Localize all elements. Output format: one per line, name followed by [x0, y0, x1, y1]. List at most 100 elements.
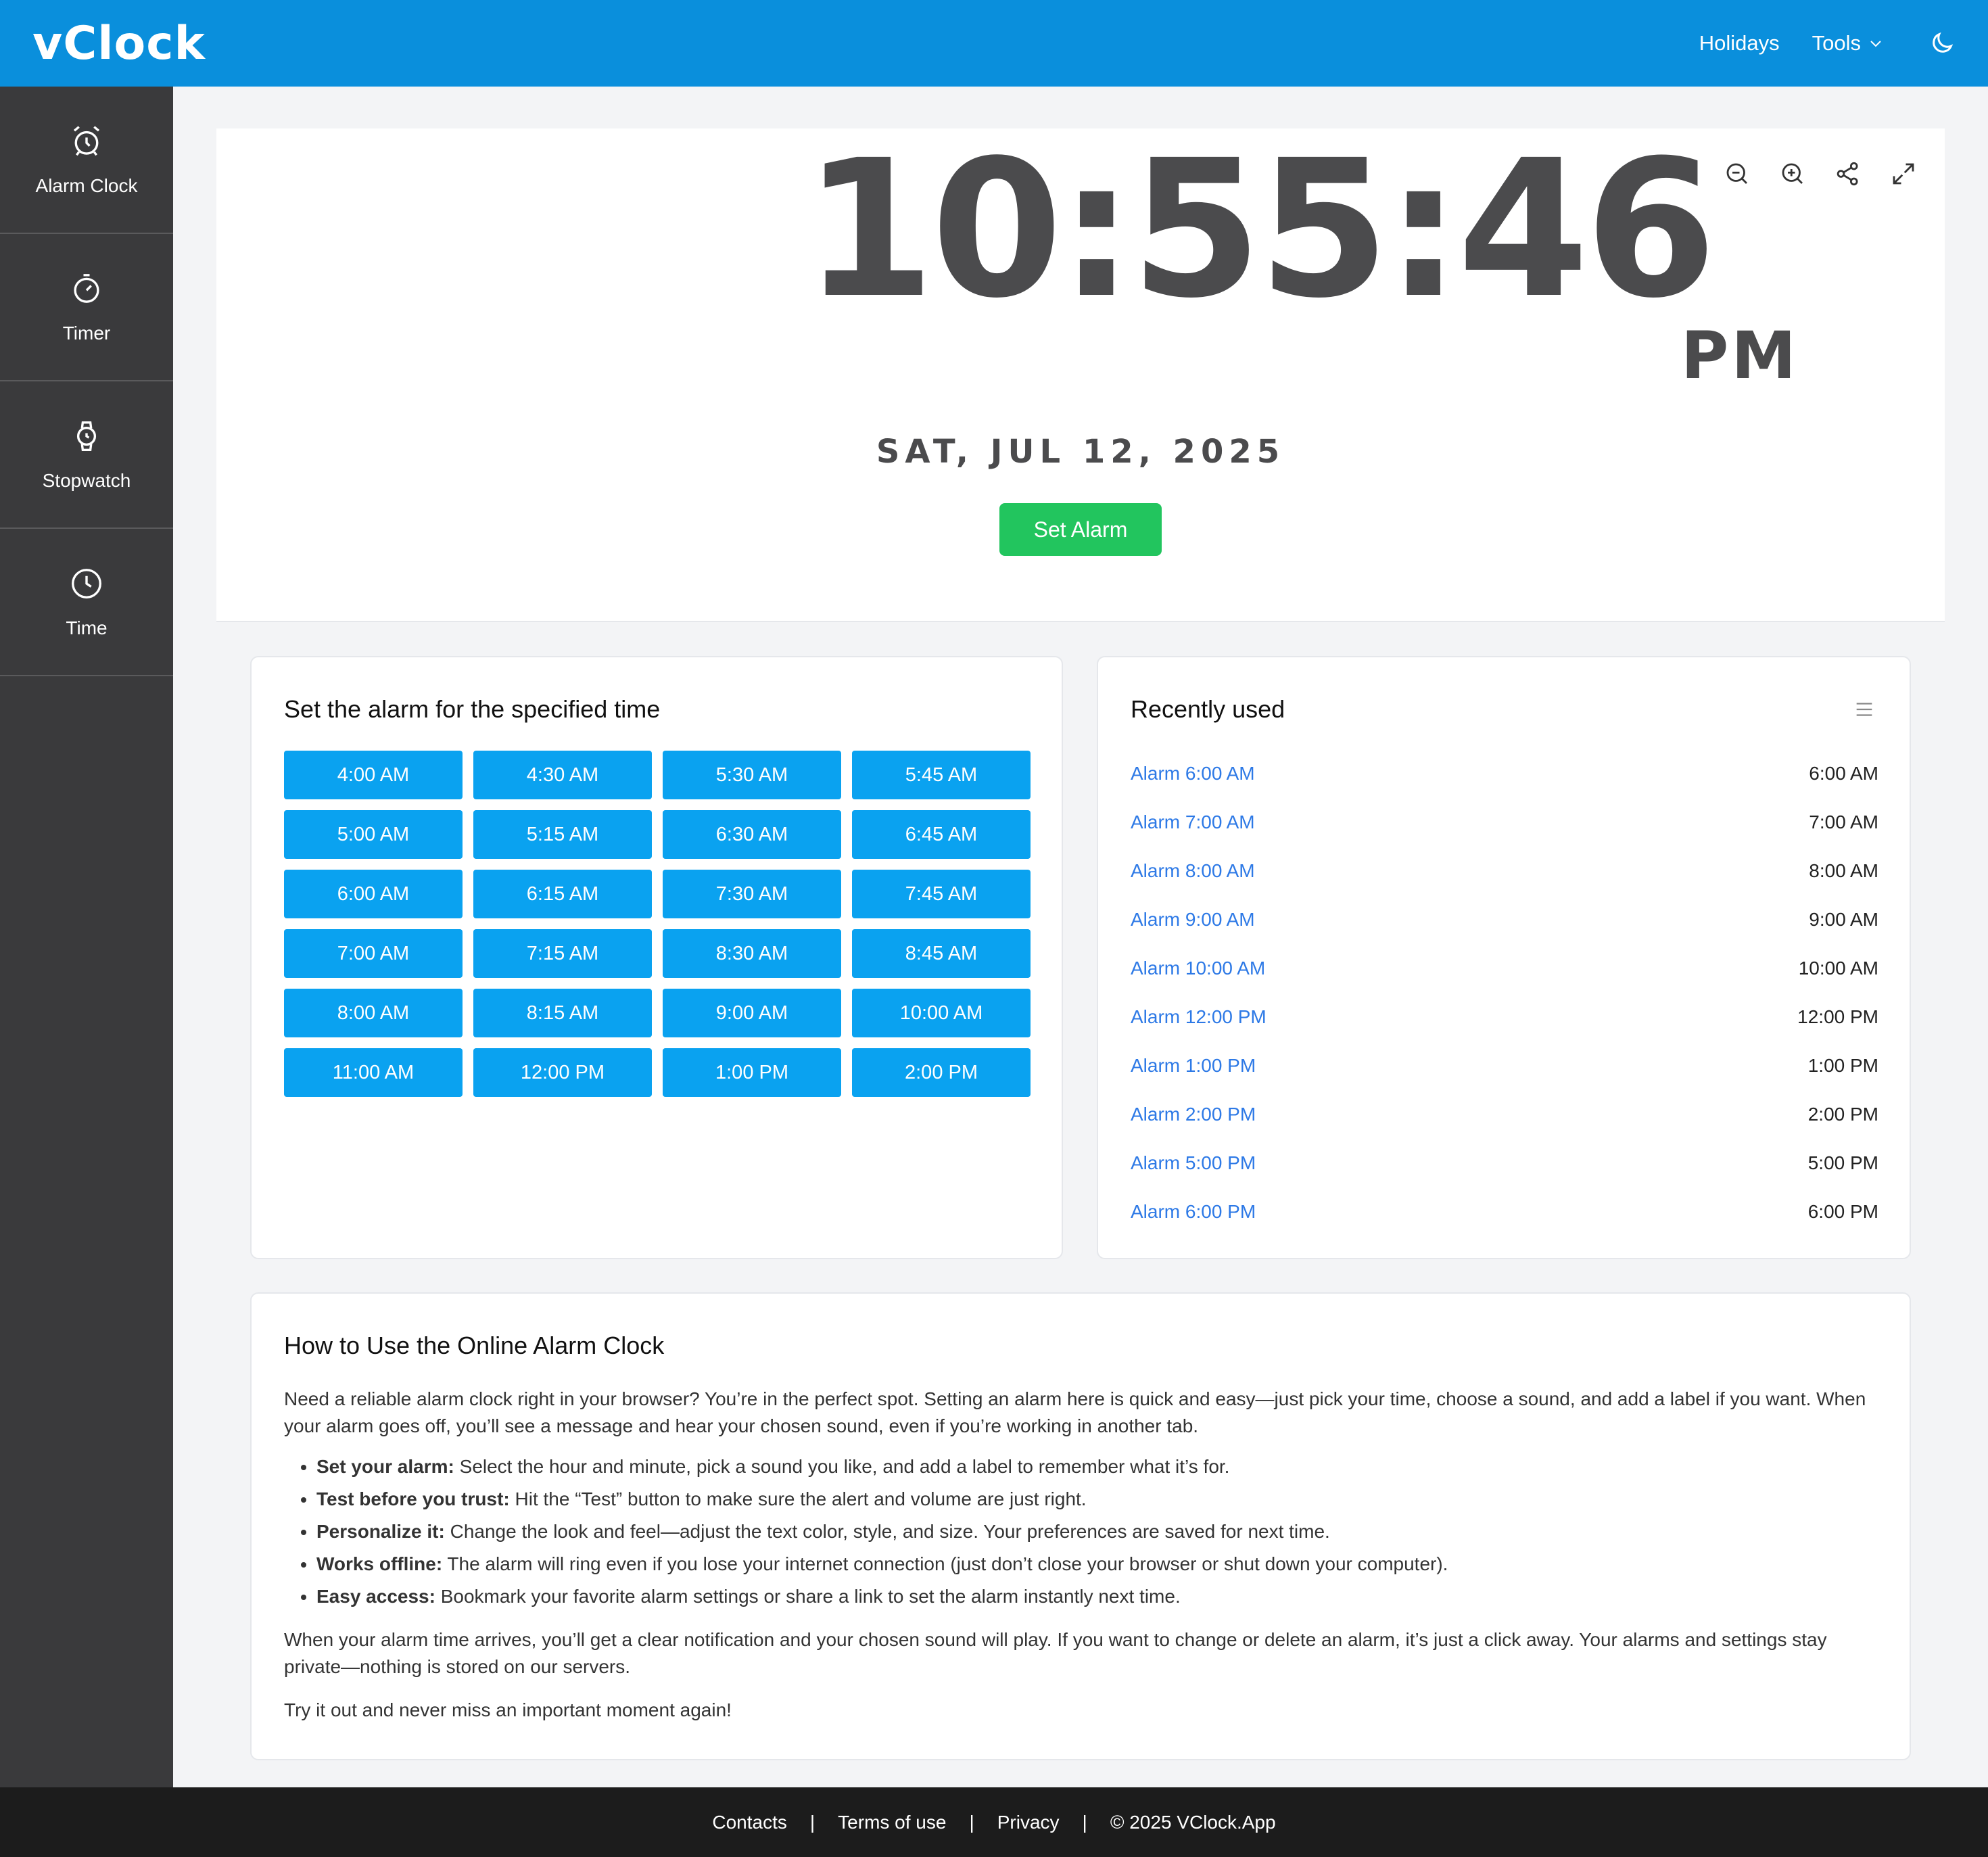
preset-alarm-button[interactable]: 11:00 AM [284, 1048, 463, 1097]
bullet-text: The alarm will ring even if you lose you… [442, 1553, 1448, 1574]
preset-alarm-button[interactable]: 6:45 AM [852, 810, 1031, 859]
preset-alarm-button[interactable]: 6:00 AM [284, 870, 463, 918]
list-item: Alarm 12:00 PM 12:00 PM [1131, 993, 1878, 1041]
preset-alarm-button[interactable]: 5:45 AM [852, 751, 1031, 799]
sidebar-item-stopwatch[interactable]: Stopwatch [0, 381, 173, 529]
recent-alarm-link[interactable]: Alarm 2:00 PM [1131, 1104, 1256, 1125]
recent-alarm-link[interactable]: Alarm 1:00 PM [1131, 1055, 1256, 1077]
preset-alarm-button[interactable]: 7:00 AM [284, 929, 463, 978]
chevron-down-icon [1868, 35, 1884, 51]
preset-alarm-button[interactable]: 4:00 AM [284, 751, 463, 799]
recent-alarm-link[interactable]: Alarm 5:00 PM [1131, 1152, 1256, 1174]
preset-alarms-panel: Set the alarm for the specified time 4:0… [250, 656, 1063, 1259]
dark-mode-toggle[interactable] [1928, 30, 1956, 57]
set-alarm-button[interactable]: Set Alarm [999, 503, 1162, 556]
recent-alarm-link[interactable]: Alarm 6:00 AM [1131, 763, 1255, 784]
top-bar: vClock Holidays Tools [0, 0, 1988, 87]
bullet-text: Select the hour and minute, pick a sound… [454, 1456, 1230, 1477]
footer-contacts-link[interactable]: Contacts [712, 1812, 787, 1833]
howto-outro: When your alarm time arrives, you’ll get… [284, 1629, 1827, 1677]
bullet-text: Hit the “Test” button to make sure the a… [509, 1488, 1087, 1509]
preset-alarm-button[interactable]: 5:00 AM [284, 810, 463, 859]
preset-alarm-button[interactable]: 7:30 AM [663, 870, 841, 918]
footer: Contacts | Terms of use | Privacy | © 20… [0, 1787, 1988, 1857]
recent-alarm-time: 5:00 PM [1807, 1152, 1878, 1173]
clock-icon [68, 565, 105, 605]
footer-copyright: © 2025 VClock.App [1110, 1811, 1276, 1833]
preset-alarm-button[interactable]: 8:45 AM [852, 929, 1031, 978]
sidebar-item-label: Timer [62, 322, 111, 344]
list-item: Alarm 9:00 AM 9:00 AM [1131, 895, 1878, 944]
list-item: Alarm 10:00 AM 10:00 AM [1131, 944, 1878, 993]
clock-toolbar [1723, 160, 1918, 188]
bullet-text: Change the look and feel—adjust the text… [444, 1521, 1330, 1542]
nav-tools[interactable]: Tools [1812, 31, 1884, 55]
preset-alarm-button[interactable]: 5:15 AM [473, 810, 652, 859]
recent-alarm-time: 6:00 PM [1807, 1201, 1878, 1222]
preset-alarm-button[interactable]: 7:45 AM [852, 870, 1031, 918]
bullet-heading: Works offline: [316, 1553, 443, 1574]
recent-alarms-list: Alarm 6:00 AM 6:00 AM Alarm 7:00 AM 7:00 A… [1131, 749, 1878, 1236]
howto-panel: How to Use the Online Alarm Clock Need a… [250, 1292, 1911, 1760]
recent-alarm-link[interactable]: Alarm 10:00 AM [1131, 958, 1265, 979]
recent-alarm-link[interactable]: Alarm 12:00 PM [1131, 1006, 1267, 1028]
preset-alarm-button[interactable]: 8:15 AM [473, 989, 652, 1037]
clock-panel: 10:55:46 PM SAT, JUL 12, 2025 Set Alarm [216, 128, 1945, 622]
preset-alarm-button[interactable]: 7:15 AM [473, 929, 652, 978]
howto-title: How to Use the Online Alarm Clock [284, 1332, 665, 1359]
recent-alarm-time: 9:00 AM [1809, 909, 1878, 930]
sidebar-item-time[interactable]: Time [0, 529, 173, 676]
sidebar-item-label: Time [66, 617, 108, 638]
alarm-clock-icon [68, 123, 105, 163]
preset-alarm-button[interactable]: 12:00 PM [473, 1048, 652, 1097]
howto-list: Set your alarm: Select the hour and minu… [284, 1453, 1869, 1610]
preset-alarm-button[interactable]: 5:30 AM [663, 751, 841, 799]
preset-alarm-button[interactable]: 4:30 AM [473, 751, 652, 799]
preset-alarm-button[interactable]: 6:15 AM [473, 870, 652, 918]
nav-tools-label: Tools [1812, 31, 1861, 55]
list-item: Works offline: The alarm will ring even … [316, 1551, 1869, 1578]
recent-alarm-time: 10:00 AM [1798, 958, 1878, 979]
sidebar: Alarm Clock Timer Stopwatch Time [0, 87, 173, 1787]
preset-alarm-button[interactable]: 10:00 AM [852, 989, 1031, 1037]
logo[interactable]: vClock [32, 17, 206, 70]
recent-alarm-time: 1:00 PM [1807, 1055, 1878, 1076]
preset-alarm-button[interactable]: 1:00 PM [663, 1048, 841, 1097]
howto-intro: Need a reliable alarm clock right in you… [284, 1388, 1866, 1436]
preset-alarm-button[interactable]: 6:30 AM [663, 810, 841, 859]
recent-alarm-link[interactable]: Alarm 8:00 AM [1131, 860, 1255, 882]
recent-alarms-title: Recently used [1131, 695, 1285, 723]
preset-alarm-button[interactable]: 8:00 AM [284, 989, 463, 1037]
recent-alarm-time: 8:00 AM [1809, 860, 1878, 881]
recent-alarm-link[interactable]: Alarm 7:00 AM [1131, 812, 1255, 833]
list-item: Alarm 6:00 AM 6:00 AM [1131, 749, 1878, 798]
footer-privacy-link[interactable]: Privacy [997, 1812, 1060, 1833]
sidebar-item-label: Stopwatch [42, 469, 131, 491]
fullscreen-icon[interactable] [1889, 160, 1918, 188]
footer-separator: | [1082, 1811, 1087, 1833]
nav-holidays[interactable]: Holidays [1699, 31, 1780, 55]
footer-terms-link[interactable]: Terms of use [838, 1812, 946, 1833]
sidebar-item-alarm-clock[interactable]: Alarm Clock [0, 87, 173, 234]
zoom-in-icon[interactable] [1778, 160, 1807, 188]
preset-alarm-button[interactable]: 9:00 AM [663, 989, 841, 1037]
recent-alarms-panel: Recently used Alarm 6:00 AM 6:00 AM Alarm… [1097, 656, 1911, 1259]
recent-alarm-time: 12:00 PM [1797, 1006, 1878, 1027]
menu-icon[interactable] [1853, 698, 1876, 721]
bullet-text: Bookmark your favorite alarm settings or… [435, 1586, 1181, 1607]
preset-alarms-title: Set the alarm for the specified time [284, 695, 661, 723]
list-item: Personalize it: Change the look and feel… [316, 1518, 1869, 1545]
zoom-out-icon[interactable] [1723, 160, 1751, 188]
preset-alarm-button[interactable]: 8:30 AM [663, 929, 841, 978]
share-icon[interactable] [1834, 160, 1862, 188]
clock-ampm: PM [1681, 318, 1799, 394]
recent-alarm-link[interactable]: Alarm 6:00 PM [1131, 1201, 1256, 1223]
timer-icon [68, 271, 105, 310]
list-item: Alarm 7:00 AM 7:00 AM [1131, 798, 1878, 847]
recent-alarm-link[interactable]: Alarm 9:00 AM [1131, 909, 1255, 931]
preset-alarm-button[interactable]: 2:00 PM [852, 1048, 1031, 1097]
recent-alarm-time: 2:00 PM [1807, 1104, 1878, 1125]
sidebar-item-timer[interactable]: Timer [0, 234, 173, 381]
clock-date: SAT, JUL 12, 2025 [876, 433, 1285, 471]
list-item: Alarm 5:00 PM 5:00 PM [1131, 1139, 1878, 1188]
